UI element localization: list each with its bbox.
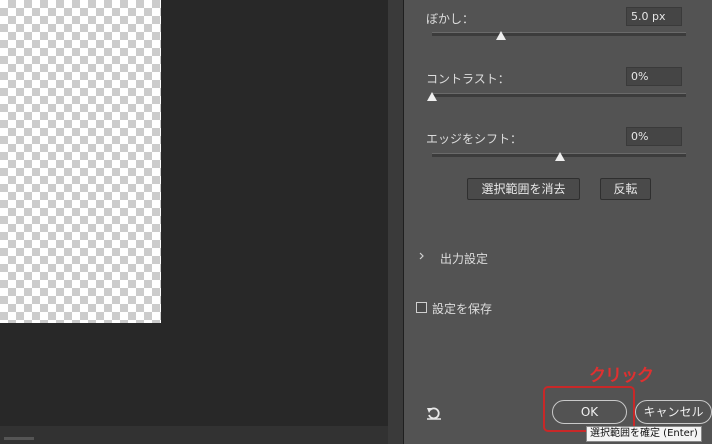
shift-edge-slider-handle[interactable] (555, 152, 565, 161)
output-settings-label[interactable]: 出力設定 (440, 250, 488, 267)
feather-slider-handle[interactable] (496, 31, 506, 40)
contrast-value-field[interactable]: 0% (626, 67, 682, 86)
properties-panel: ぼかし： 5.0 px コントラスト： 0% エッジをシフト： 0% 選択範囲を… (404, 0, 712, 444)
panel-gutter (388, 0, 404, 444)
shift-edge-label: エッジをシフト： (426, 132, 523, 146)
scrollbar-thumb[interactable] (4, 437, 34, 440)
contrast-label: コントラスト： (426, 72, 510, 86)
invert-button[interactable]: 反転 (600, 178, 651, 200)
transparent-layer-preview (0, 0, 161, 323)
ok-tooltip: 選択範囲を確定 (Enter) (586, 426, 702, 442)
canvas-area[interactable] (0, 0, 388, 444)
horizontal-scrollbar[interactable] (0, 426, 388, 444)
clear-selection-button[interactable]: 選択範囲を消去 (467, 178, 580, 200)
click-annotation: クリック (589, 366, 654, 386)
reset-icon[interactable] (426, 406, 442, 420)
feather-label: ぼかし： (426, 12, 475, 26)
feather-value-field[interactable]: 5.0 px (626, 7, 682, 26)
contrast-slider-track[interactable] (432, 93, 686, 97)
feather-slider-track[interactable] (432, 32, 686, 36)
contrast-slider-handle[interactable] (427, 92, 437, 101)
shift-edge-value-field[interactable]: 0% (626, 127, 682, 146)
chevron-right-icon[interactable] (418, 252, 426, 260)
remember-settings-checkbox[interactable] (416, 302, 427, 313)
cancel-button[interactable]: キャンセル (635, 400, 712, 424)
remember-settings-label[interactable]: 設定を保存 (432, 300, 492, 317)
